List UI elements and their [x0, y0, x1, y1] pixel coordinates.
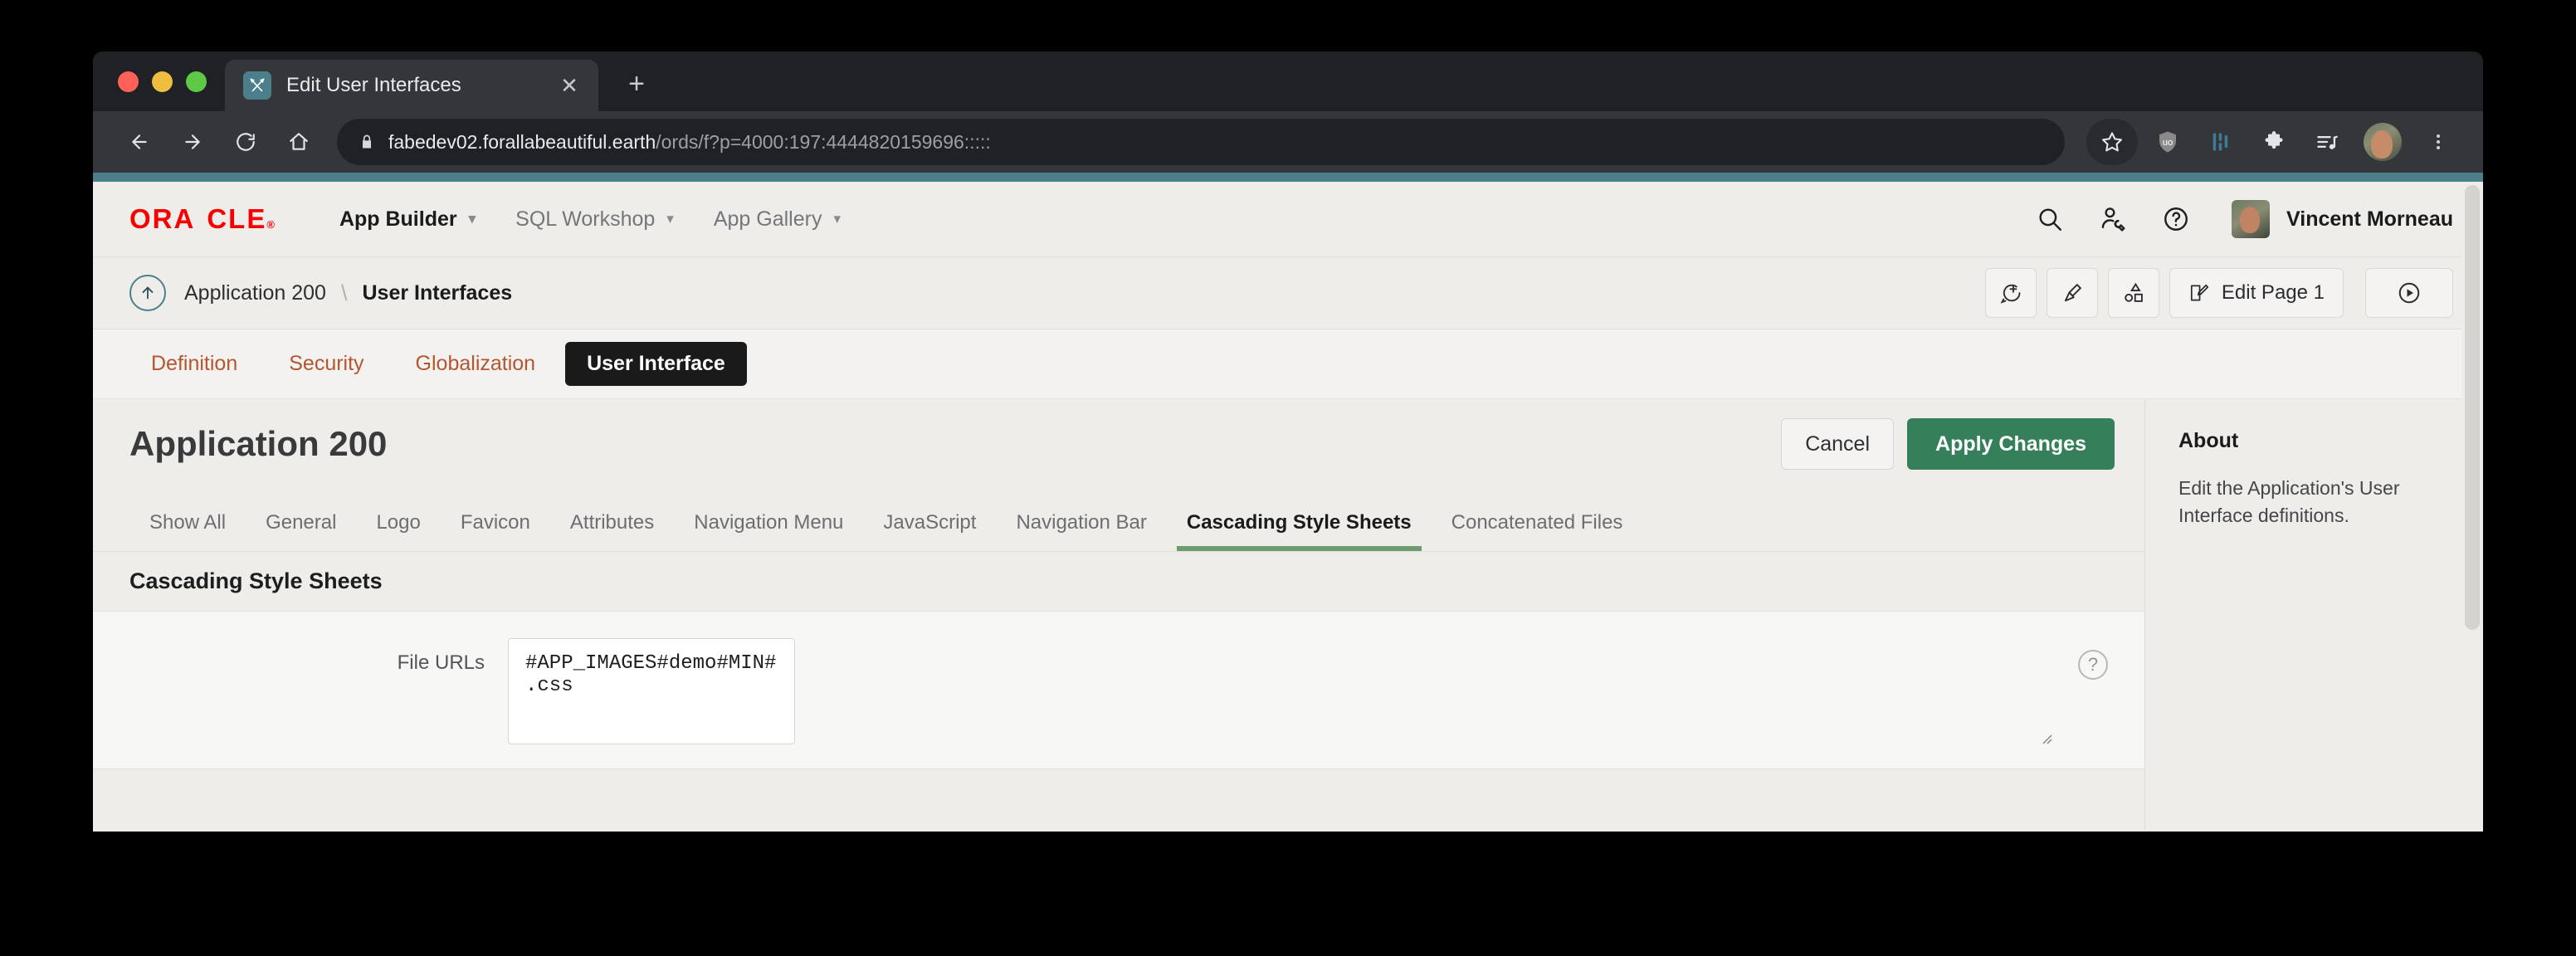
- breadcrumb-separator: \: [340, 280, 348, 305]
- about-text: Edit the Application's User Interface de…: [2178, 477, 2400, 527]
- about-title: About: [2178, 429, 2239, 452]
- breadcrumb-actions: Edit Page 1: [1984, 268, 2453, 318]
- paintbrush-icon[interactable]: [2046, 268, 2098, 318]
- accent-bar: [93, 173, 2483, 182]
- page-scrollbar-thumb[interactable]: [2465, 185, 2480, 630]
- forward-arrow-icon[interactable]: [169, 119, 216, 165]
- lock-icon: [359, 134, 375, 150]
- page-title: Application 200: [129, 424, 388, 463]
- edit-page-label: Edit Page 1: [2221, 281, 2325, 304]
- help-icon[interactable]: [2159, 202, 2193, 237]
- page-body: Application 200 Cancel Apply Changes Sho…: [93, 399, 2483, 830]
- svg-text:uo: uo: [2163, 138, 2174, 148]
- minimize-window-button[interactable]: [152, 71, 173, 92]
- window-controls: [113, 51, 225, 111]
- chevron-down-icon: ▾: [833, 211, 842, 227]
- secondary-tabs: Show All General Logo Favicon Attributes…: [93, 489, 2144, 552]
- up-arrow-icon[interactable]: [129, 275, 166, 311]
- bookmark-star-icon[interactable]: [2086, 119, 2138, 165]
- tab-user-interface[interactable]: User Interface: [565, 342, 747, 386]
- primary-tabs: Definition Security Globalization User I…: [93, 329, 2483, 399]
- page-scrollbar[interactable]: [2461, 182, 2483, 832]
- search-icon[interactable]: [2032, 202, 2067, 237]
- url-path: /ords/f?p=4000:197:4444820159696:::::: [656, 130, 991, 153]
- edit-page-button[interactable]: Edit Page 1: [2169, 268, 2344, 318]
- nav-item-sql-workshop[interactable]: SQL Workshop ▾: [495, 199, 694, 240]
- browser-toolbar: fabedev02.forallabeautiful.earth/ords/f?…: [93, 111, 2483, 173]
- tab-navigation-menu[interactable]: Navigation Menu: [674, 511, 863, 551]
- browser-tab-title: Edit User Interfaces: [286, 74, 461, 96]
- tab-attributes[interactable]: Attributes: [550, 511, 674, 551]
- breadcrumb-parent[interactable]: Application 200: [184, 281, 326, 305]
- section-title: Cascading Style Sheets: [93, 552, 2144, 612]
- run-play-icon[interactable]: [2365, 268, 2453, 318]
- nav-item-label: App Gallery: [713, 207, 822, 231]
- nav-item-label: SQL Workshop: [515, 207, 656, 231]
- tab-logo[interactable]: Logo: [356, 511, 440, 551]
- user-name: Vincent Morneau: [2286, 207, 2453, 231]
- nav-item-app-builder[interactable]: App Builder ▾: [320, 199, 495, 240]
- oracle-logo-text: ORA CLE: [129, 203, 267, 234]
- nav-item-label: App Builder: [339, 207, 457, 231]
- title-row: Application 200 Cancel Apply Changes: [93, 399, 2144, 489]
- new-tab-button[interactable]: +: [618, 70, 655, 98]
- admin-user-icon[interactable]: [2095, 202, 2130, 237]
- comment-add-icon[interactable]: [1984, 268, 2037, 318]
- apex-header-actions: Vincent Morneau: [2032, 200, 2453, 238]
- field-help-icon[interactable]: ?: [2078, 650, 2108, 680]
- tab-concatenated-files[interactable]: Concatenated Files: [1432, 511, 1643, 551]
- media-playlist-icon[interactable]: [2304, 119, 2350, 165]
- back-arrow-icon[interactable]: [116, 119, 163, 165]
- tab-globalization[interactable]: Globalization: [394, 342, 558, 386]
- tab-definition[interactable]: Definition: [129, 342, 259, 386]
- chrome-menu-icon[interactable]: [2415, 119, 2461, 165]
- tab-navigation-bar[interactable]: Navigation Bar: [996, 511, 1166, 551]
- avatar: [2232, 200, 2271, 238]
- nav-item-app-gallery[interactable]: App Gallery ▾: [694, 199, 861, 240]
- tab-show-all[interactable]: Show All: [129, 511, 246, 551]
- resize-grip-icon[interactable]: [2037, 729, 2053, 745]
- tab-cascading-style-sheets[interactable]: Cascading Style Sheets: [1167, 511, 1432, 551]
- user-menu[interactable]: Vincent Morneau: [2232, 200, 2453, 238]
- oracle-logo[interactable]: ORA CLE ®: [129, 203, 276, 235]
- about-panel: About Edit the Application's User Interf…: [2144, 399, 2483, 830]
- apex-header: ORA CLE ® App Builder ▾ SQL Workshop ▾ App…: [93, 182, 2483, 256]
- chevron-down-icon: ▾: [468, 211, 476, 227]
- browser-tab-strip: Edit User Interfaces ✕ +: [93, 51, 2483, 111]
- page-actions: Cancel Apply Changes: [1781, 418, 2115, 470]
- browser-window: Edit User Interfaces ✕ + fabedev02.foral…: [93, 51, 2483, 832]
- tab-security[interactable]: Security: [267, 342, 385, 386]
- breadcrumb-bar: Application 200 \ User Interfaces Edit P…: [93, 256, 2483, 329]
- main-content: Application 200 Cancel Apply Changes Sho…: [93, 399, 2144, 830]
- shapes-icon[interactable]: [2107, 268, 2159, 318]
- maximize-window-button[interactable]: [186, 71, 207, 92]
- reload-icon[interactable]: [222, 119, 269, 165]
- cancel-button[interactable]: Cancel: [1781, 418, 1895, 470]
- oracle-logo-tm: ®: [266, 218, 276, 231]
- ublock-shield-icon[interactable]: uo: [2144, 119, 2191, 165]
- url-host: fabedev02.forallabeautiful.earth: [388, 130, 656, 153]
- close-tab-icon[interactable]: ✕: [555, 75, 583, 96]
- file-urls-field-wrap: [508, 638, 2056, 749]
- home-icon[interactable]: [276, 119, 322, 165]
- browser-profile-avatar[interactable]: [2364, 123, 2402, 161]
- tab-favicon[interactable]: Favicon: [441, 511, 550, 551]
- file-urls-label: File URLs: [397, 651, 485, 674]
- pencil-ruler-icon: [243, 71, 271, 100]
- address-bar[interactable]: fabedev02.forallabeautiful.earth/ords/f?…: [337, 119, 2065, 165]
- close-window-button[interactable]: [118, 71, 139, 92]
- file-urls-form-row: File URLs ?: [93, 612, 2144, 769]
- browser-tab[interactable]: Edit User Interfaces ✕: [225, 60, 598, 111]
- apex-main-nav: App Builder ▾ SQL Workshop ▾ App Gallery…: [320, 199, 861, 240]
- apex-page: ORA CLE ® App Builder ▾ SQL Workshop ▾ App…: [93, 182, 2483, 832]
- tab-general[interactable]: General: [246, 511, 356, 551]
- chevron-down-icon: ▾: [666, 211, 674, 227]
- extensions-puzzle-icon[interactable]: [2251, 119, 2297, 165]
- tab-javascript[interactable]: JavaScript: [863, 511, 996, 551]
- breadcrumb-current: User Interfaces: [362, 280, 513, 305]
- apply-changes-button[interactable]: Apply Changes: [1907, 418, 2115, 470]
- file-urls-input[interactable]: [508, 638, 795, 744]
- address-bar-url: fabedev02.forallabeautiful.earth/ords/f?…: [388, 131, 991, 154]
- bitwarden-icon[interactable]: [2198, 119, 2244, 165]
